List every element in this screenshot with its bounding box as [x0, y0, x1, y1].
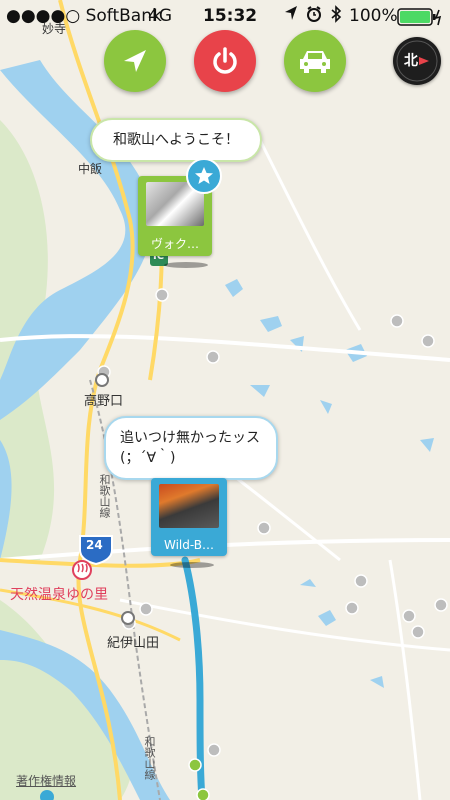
power-icon	[209, 45, 241, 77]
poi-dot[interactable]	[402, 609, 416, 623]
poi-dot[interactable]	[421, 334, 435, 348]
route-point[interactable]	[188, 758, 202, 772]
bubble-text: 和歌山へようこそ！	[113, 132, 239, 148]
pin-shadow	[164, 262, 208, 268]
alarm-icon	[306, 6, 322, 27]
favorite-star-icon[interactable]	[186, 158, 222, 194]
photo-pin-card[interactable]: Wild-B…	[151, 478, 227, 556]
network-label: 4G	[148, 6, 172, 26]
battery-icon	[397, 8, 445, 31]
pin-shadow	[170, 562, 214, 568]
navigate-button[interactable]	[104, 30, 166, 92]
pin-caption: Wild-B…	[163, 538, 215, 552]
route-point[interactable]	[196, 788, 210, 800]
map-label-kii-yamada: 紀伊山田	[107, 636, 160, 651]
compass-north-label: 北	[404, 53, 418, 69]
map-label-hot-spring: 天然温泉ゆの里	[10, 587, 108, 603]
map-label-koyaguchi: 高野口	[84, 394, 124, 409]
map-label-railway: 和歌山線	[143, 736, 156, 780]
poi-dot[interactable]	[139, 602, 153, 616]
battery-percent: 100%	[349, 6, 398, 26]
poi-dot[interactable]	[155, 288, 169, 302]
car-icon	[297, 47, 333, 75]
attribution-link[interactable]: 著作権情報	[16, 772, 76, 789]
poi-dot[interactable]	[354, 574, 368, 588]
status-bar: ●●●●○ SoftBank 4G 15:32 100%	[0, 0, 450, 34]
clock-label: 15:32	[203, 6, 258, 26]
car-mode-button[interactable]	[284, 30, 346, 92]
poi-dot[interactable]	[411, 625, 425, 639]
map-label-place: 中飯	[78, 162, 103, 176]
pin-caption: ヴォク…	[150, 237, 199, 251]
poi-dot[interactable]	[390, 314, 404, 328]
bubble-text: 追いつけ無かったッス (；´∀｀)	[120, 430, 260, 466]
message-bubble[interactable]: 和歌山へようこそ！	[90, 118, 262, 162]
station-icon	[121, 611, 135, 625]
pin-photo-thumbnail	[159, 484, 219, 528]
route-shield-label: 24	[86, 538, 103, 552]
poi-dot[interactable]	[257, 521, 271, 535]
station-icon	[95, 373, 109, 387]
carrier-label: ●●●●○ SoftBank	[6, 6, 162, 26]
poi-dot[interactable]	[345, 601, 359, 615]
message-bubble[interactable]: 追いつけ無かったッス (；´∀｀)	[104, 416, 278, 480]
arrow-location-icon	[120, 46, 150, 76]
compass-button[interactable]: 北	[393, 37, 441, 85]
location-arrow-icon	[284, 5, 298, 26]
map-label-railway: 和歌山線	[98, 474, 111, 518]
poi-dot[interactable]	[207, 743, 221, 757]
power-button[interactable]	[194, 30, 256, 92]
poi-dot[interactable]	[434, 598, 448, 612]
bluetooth-icon	[330, 5, 342, 28]
poi-dot[interactable]	[206, 350, 220, 364]
